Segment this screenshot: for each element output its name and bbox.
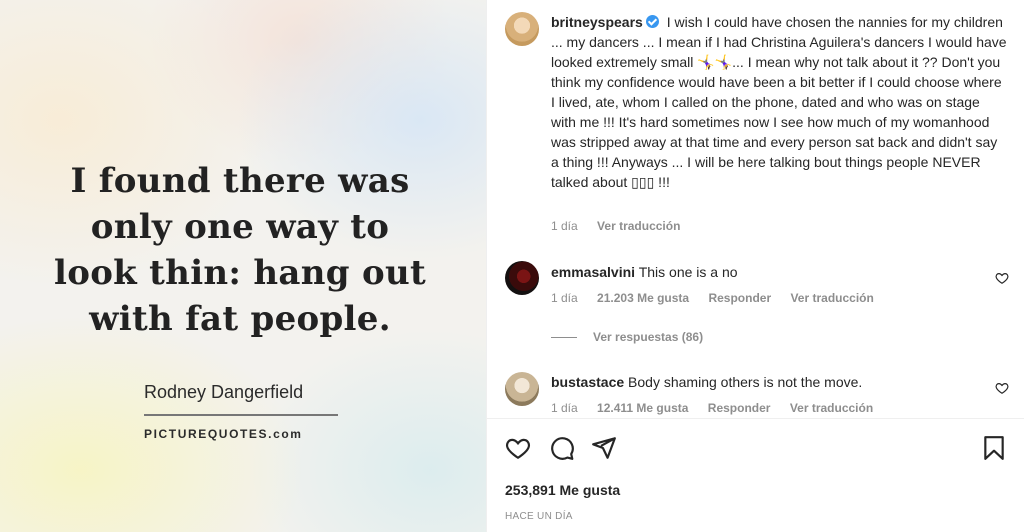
comments-panel: britneyspears I wish I could have chosen… xyxy=(486,0,1024,532)
bookmark-icon[interactable] xyxy=(981,435,1007,461)
avatar[interactable] xyxy=(505,372,539,406)
caption-time[interactable]: 1 día xyxy=(551,219,578,233)
post-timestamp: HACE UN DÍA xyxy=(505,511,573,522)
comment-text: This one is a no xyxy=(638,264,738,280)
comment-likes[interactable]: 12.411 Me gusta xyxy=(597,401,688,415)
comment-icon[interactable] xyxy=(549,435,575,461)
replies-line xyxy=(551,336,577,338)
quote-line: with fat people. xyxy=(89,299,391,339)
heart-icon[interactable] xyxy=(995,381,1009,395)
post-actions: 253,891 Me gusta HACE UN DÍA xyxy=(487,418,1024,532)
post-image: I found there was only one way to look t… xyxy=(0,0,486,532)
quote-text: I found there was only one way to look t… xyxy=(40,158,440,342)
comment-meta: 1 día 21.203 Me gusta Responder Ver trad… xyxy=(551,291,890,305)
comment-likes[interactable]: 21.203 Me gusta xyxy=(597,291,689,305)
instagram-post-viewer: I found there was only one way to look t… xyxy=(0,0,1024,532)
comments-scroll-area[interactable]: britneyspears I wish I could have chosen… xyxy=(487,0,1024,418)
comment-meta: 1 día 12.411 Me gusta Responder Ver trad… xyxy=(551,401,889,415)
caption-username[interactable]: britneyspears xyxy=(551,14,643,30)
reply-button[interactable]: Responder xyxy=(708,291,771,305)
quote-line: look thin: hang out xyxy=(54,253,426,293)
quote-site-watermark: PICTUREQUOTES.com xyxy=(144,427,303,441)
post-likes-count[interactable]: 253,891 Me gusta xyxy=(505,482,620,498)
comment-time[interactable]: 1 día xyxy=(551,291,578,305)
comment-item: bustastace Body shaming others is not th… xyxy=(551,372,971,392)
comment-item: emmasalvini This one is a no xyxy=(551,262,971,282)
view-replies-label: Ver respuestas (86) xyxy=(593,330,704,344)
comment-translate-link[interactable]: Ver traducción xyxy=(790,401,873,415)
avatar[interactable] xyxy=(505,261,539,295)
quote-author: Rodney Dangerfield xyxy=(144,382,304,402)
quote-line: only one way to xyxy=(90,207,390,247)
comment-username[interactable]: emmasalvini xyxy=(551,264,635,280)
caption-text: I wish I could have chosen the nannies f… xyxy=(551,14,1007,190)
verified-icon xyxy=(645,15,659,28)
comment-time[interactable]: 1 día xyxy=(551,401,578,415)
caption-meta: 1 día Ver traducción xyxy=(551,219,696,233)
comment-translate-link[interactable]: Ver traducción xyxy=(790,291,873,305)
reply-button[interactable]: Responder xyxy=(708,401,771,415)
heart-icon[interactable] xyxy=(995,271,1009,285)
view-replies-button[interactable]: Ver respuestas (86) xyxy=(551,330,703,344)
post-caption: britneyspears I wish I could have chosen… xyxy=(551,12,1007,192)
avatar[interactable] xyxy=(505,12,539,46)
quote-line: I found there was xyxy=(70,161,410,201)
share-icon[interactable] xyxy=(591,435,617,461)
heart-icon[interactable] xyxy=(505,435,531,461)
author-divider xyxy=(144,414,338,416)
comment-text: Body shaming others is not the move. xyxy=(628,374,863,390)
caption-translate-link[interactable]: Ver traducción xyxy=(597,219,680,233)
comment-username[interactable]: bustastace xyxy=(551,374,624,390)
